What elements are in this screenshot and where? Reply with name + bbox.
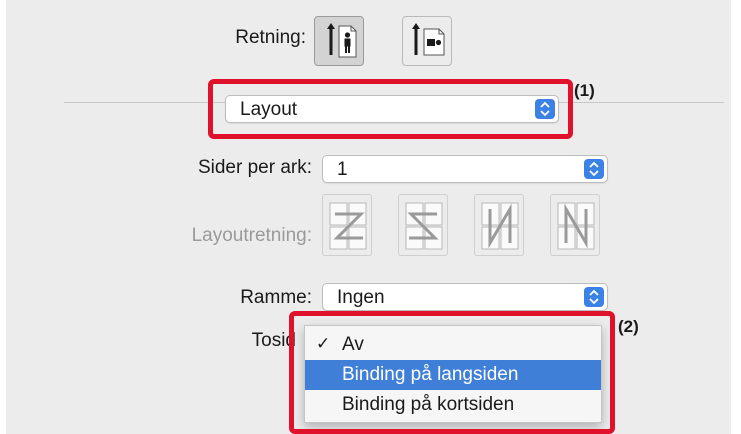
pages-per-sheet-value: 1 — [337, 159, 348, 180]
callout-2-label: (2) — [618, 317, 639, 336]
pages-per-sheet-label: Sider per ark: — [197, 157, 312, 178]
border-select[interactable]: Ingen — [322, 283, 608, 311]
layout-direction-s-button[interactable] — [398, 194, 448, 256]
layout-direction-label: Layoutretning: — [191, 225, 312, 246]
s-right-left-icon — [405, 202, 443, 250]
landscape-orientation-icon — [412, 23, 445, 56]
orientation-label: Retning: — [235, 27, 306, 48]
border-value: Ingen — [337, 287, 385, 308]
layout-direction-n-right-button[interactable] — [550, 194, 600, 256]
callout-2-highlight — [289, 311, 615, 434]
layout-direction-n-left-button[interactable] — [474, 194, 524, 256]
z-left-right-icon — [329, 202, 367, 250]
landscape-orientation-button[interactable] — [402, 16, 452, 66]
callout-1-highlight — [208, 79, 573, 139]
callout-1-label: (1) — [574, 81, 595, 100]
updown-chevron-icon — [584, 287, 604, 307]
two-sided-label: Tosid — [251, 330, 296, 351]
n-top-down-right-icon — [557, 202, 595, 250]
pages-per-sheet-select[interactable]: 1 — [322, 155, 608, 183]
print-dialog-panel: Retning: Layout (1) Sider per ark: 1 Lay… — [6, 0, 731, 434]
n-top-down-left-icon — [481, 202, 519, 250]
layout-direction-z-button[interactable] — [322, 194, 372, 256]
portrait-orientation-button[interactable] — [314, 16, 364, 66]
portrait-orientation-icon — [327, 23, 357, 58]
updown-chevron-icon — [584, 159, 604, 179]
border-label: Ramme: — [240, 287, 312, 308]
